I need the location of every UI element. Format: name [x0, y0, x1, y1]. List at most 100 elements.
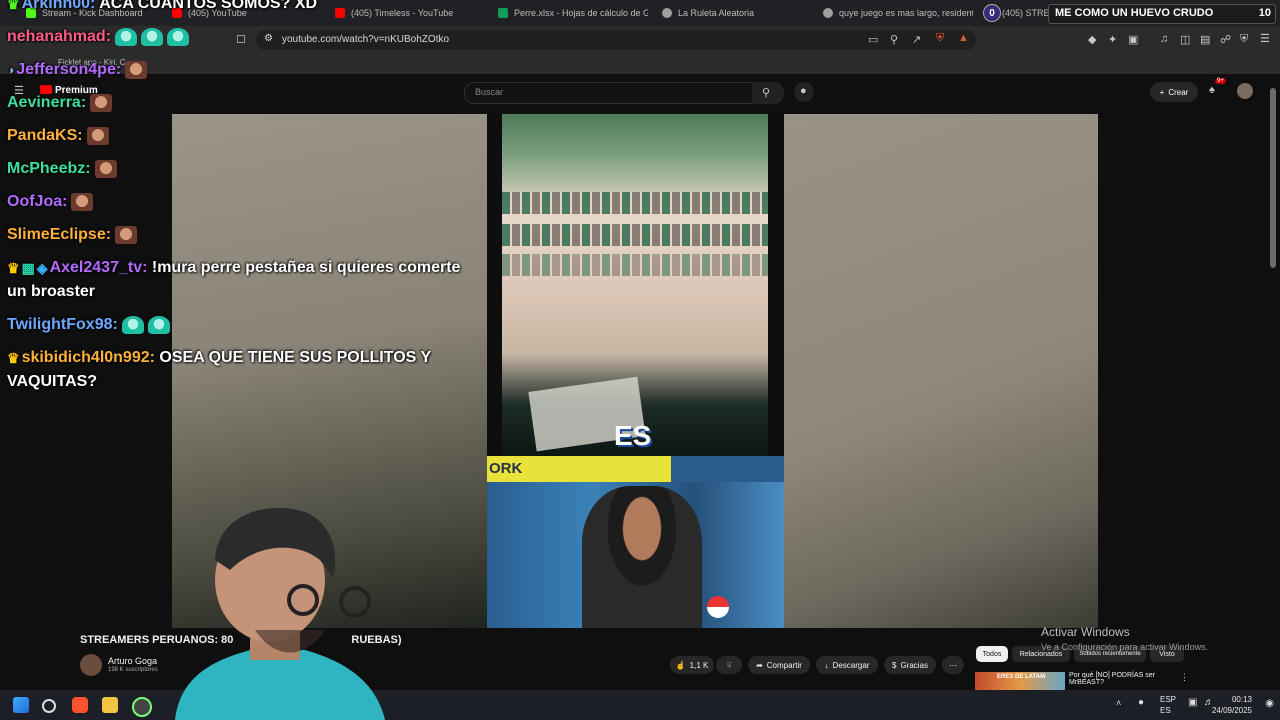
tab-google-search[interactable]: quye juego es mas largo, resident ev — [823, 0, 973, 26]
next-video-title[interactable]: Por qué [NO] PODRÍAS ser MrBEAST? — [1069, 672, 1155, 686]
chat-username: Jefferson4pe: — [16, 61, 122, 79]
face-emote-icon — [71, 192, 94, 211]
download-button[interactable]: ↓ Descargar — [816, 656, 878, 674]
next-video-thumbnail[interactable]: ERES DE LATAM — [975, 672, 1065, 690]
share-button[interactable]: ➦ Compartir — [748, 656, 810, 674]
voice-search-button[interactable]: ● — [794, 82, 814, 102]
tab-sheets[interactable]: Perre.xlsx - Hojas de cálculo de Goo — [498, 0, 648, 26]
chat-message-continued: un broaster — [7, 282, 95, 302]
chat-message: ♛ ▦ ◈ Axel2437_tv: !mura perre pestañea si … — [7, 258, 460, 278]
search-icon[interactable] — [42, 699, 56, 713]
more-actions-button[interactable]: ⋯ — [942, 656, 964, 674]
chat-text: un broaster — [7, 283, 96, 300]
tab-title: quye juego es mas largo, resident ev — [839, 8, 973, 18]
chat-message: PandaKS: — [7, 126, 109, 146]
file-explorer-icon[interactable] — [102, 697, 118, 713]
extension-icon[interactable]: ◆ — [1088, 33, 1096, 46]
globe-icon — [662, 8, 672, 18]
chat-text: ACA CUANTOS SOMOS? XD — [99, 0, 318, 13]
youtube-icon — [335, 8, 345, 18]
puzzle-icon[interactable]: ✦ — [1108, 33, 1117, 46]
streamer-webcam — [175, 508, 385, 720]
brave-browser-icon[interactable] — [72, 697, 88, 713]
url-text: youtube.com/watch?v=nKUBohZOtko — [282, 34, 450, 45]
screen-icon[interactable]: ▭ — [868, 33, 878, 46]
chat-username: SlimeEclipse: — [7, 226, 112, 243]
video-clip-webcam: ORK — [487, 456, 784, 628]
globe-badge-icon: ◑ — [7, 63, 15, 77]
video-frame-store-shelves: ES — [502, 114, 768, 456]
chat-message-continued: VAQUITAS? — [7, 372, 97, 392]
mic-tray-icon[interactable]: ● — [1138, 697, 1144, 708]
vpn-icon[interactable]: ☍ — [1220, 33, 1231, 46]
search-input[interactable]: Buscar — [464, 82, 754, 104]
wallet-icon[interactable]: ▣ — [1128, 33, 1138, 46]
streamer-figure — [582, 486, 702, 628]
sidebar-icon[interactable]: ◫ — [1180, 33, 1190, 46]
tab-title: Perre.xlsx - Hojas de cálculo de Goo — [514, 8, 648, 18]
avatar[interactable] — [1237, 83, 1253, 99]
windows-start-icon[interactable] — [13, 697, 29, 713]
network-icon[interactable]: ▣ — [1188, 697, 1197, 708]
dollar-icon: $ — [891, 660, 897, 670]
chat-message: OofJoa: — [7, 192, 94, 212]
shield-icon[interactable]: ⛨ — [1240, 33, 1248, 46]
ghost-emote-icon — [121, 315, 144, 334]
chat-message: nehanahmad: — [7, 27, 190, 47]
subscriber-count: 198 K suscriptores — [108, 667, 158, 673]
cam-band: ORK — [487, 456, 671, 482]
chip-todos[interactable]: Todos — [976, 646, 1008, 662]
dislike-button[interactable]: ☟ — [716, 656, 742, 674]
chat-username: Axel2437_tv: — [49, 259, 148, 277]
bell-icon[interactable]: ♠ — [1209, 84, 1215, 96]
plus-icon: + — [1159, 87, 1165, 97]
tray-chevron-icon[interactable]: ˄ — [1116, 698, 1121, 708]
search-button[interactable]: ⚲ — [752, 82, 784, 104]
share-icon[interactable]: ↗ — [912, 33, 921, 46]
share-arrow-icon: ➦ — [756, 660, 763, 670]
obs-icon[interactable] — [132, 697, 152, 717]
zoom-icon[interactable]: ⚲ — [890, 33, 898, 46]
next-more-icon[interactable]: ⋮ — [1180, 672, 1189, 683]
face-emote-icon — [90, 93, 113, 112]
like-button[interactable]: ☝ 1,1 K — [670, 656, 714, 674]
chat-username: Aevinerra: — [7, 94, 87, 111]
sheets-icon — [498, 8, 508, 18]
menu-icon[interactable]: ☰ — [1260, 32, 1270, 45]
channel-avatar[interactable] — [80, 654, 102, 676]
download-icon: ↓ — [824, 660, 829, 670]
activate-windows-title: Activar Windows — [1041, 625, 1130, 639]
channel-name[interactable]: Arturo Goga — [108, 656, 157, 666]
language-indicator[interactable]: ESP ES — [1160, 694, 1176, 716]
cube-badge-icon: ◈ — [36, 260, 48, 276]
tab-ruleta[interactable]: La Ruleta Aleatoria — [662, 0, 812, 26]
page-scrollbar[interactable] — [1270, 88, 1276, 268]
tab-timeless[interactable]: (405) Timeless - YouTube — [335, 0, 485, 26]
rewards-icon[interactable]: ▲ — [958, 32, 969, 44]
face-emote-icon — [86, 126, 109, 145]
brave-shield-icon[interactable]: ⛨ — [936, 32, 944, 45]
shirt — [175, 650, 385, 720]
site-settings-icon[interactable]: ⚙ — [264, 33, 273, 44]
banner-count: 10 — [1258, 7, 1271, 19]
search-placeholder: Buscar — [475, 87, 504, 97]
cam-band-text: ORK — [489, 460, 523, 477]
pokeball-icon — [707, 596, 729, 618]
thanks-button[interactable]: $ Gracias — [884, 656, 936, 674]
video-blur-right — [784, 114, 1098, 628]
ghost-emote-icon — [167, 27, 190, 46]
wallet2-icon[interactable]: ▤ — [1200, 33, 1210, 46]
thumbs-up-icon: ☝ — [675, 660, 686, 670]
notification-icon[interactable]: ◉ — [1265, 698, 1274, 709]
gift-badge-icon: ▦ — [21, 260, 35, 276]
chat-message: McPheebz: — [7, 159, 117, 179]
tab-title: (405) Timeless - YouTube — [351, 8, 454, 18]
bookmark-icon[interactable]: ☐ — [236, 33, 246, 46]
glasses-lens — [339, 586, 371, 618]
create-button[interactable]: + Crear — [1150, 82, 1198, 102]
overlay-counter: 0 — [983, 4, 1001, 22]
system-clock[interactable]: 00:13 24/09/2025 — [1212, 694, 1252, 716]
mic-icon: ● — [800, 85, 807, 97]
music-icon[interactable]: ♫ — [1160, 33, 1168, 45]
video-caption: ES — [614, 420, 652, 451]
